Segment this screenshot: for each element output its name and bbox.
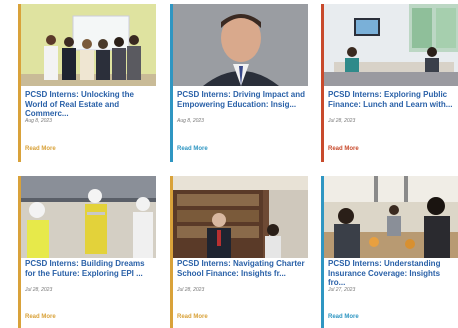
post-thumbnail[interactable] bbox=[173, 176, 308, 258]
portrait-photo-image bbox=[173, 4, 308, 86]
post-date: Aug 8, 2023 bbox=[25, 118, 52, 124]
read-more-link[interactable]: Read More bbox=[177, 314, 208, 320]
post-date: Jul 28, 2023 bbox=[25, 287, 53, 293]
post-title[interactable]: PCSD Interns: Understanding Insurance Co… bbox=[328, 259, 458, 288]
read-more-link[interactable]: Read More bbox=[177, 146, 208, 152]
post-date: Aug 8, 2023 bbox=[177, 118, 204, 124]
library-meeting-photo-image bbox=[173, 176, 308, 258]
post-title[interactable]: PCSD Interns: Building Dreams for the Fu… bbox=[25, 259, 156, 278]
office-lunch-photo-image bbox=[324, 4, 458, 86]
read-more-link[interactable]: Read More bbox=[328, 314, 359, 320]
post-title[interactable]: PCSD Interns: Exploring Public Finance: … bbox=[328, 90, 458, 109]
post-date: Jul 28, 2023 bbox=[328, 118, 356, 124]
post-card[interactable]: PCSD Interns: Building Dreams for the Fu… bbox=[18, 176, 156, 328]
post-thumbnail[interactable] bbox=[21, 176, 156, 258]
post-card[interactable]: PCSD Interns: Unlocking the World of Rea… bbox=[18, 4, 156, 162]
post-thumbnail[interactable] bbox=[173, 4, 308, 86]
read-more-link[interactable]: Read More bbox=[328, 146, 359, 152]
post-card[interactable]: PCSD Interns: Navigating Charter School … bbox=[170, 176, 308, 328]
post-title[interactable]: PCSD Interns: Unlocking the World of Rea… bbox=[25, 90, 156, 119]
post-grid: PCSD Interns: Unlocking the World of Rea… bbox=[0, 0, 458, 328]
read-more-link[interactable]: Read More bbox=[25, 314, 56, 320]
construction-site-photo-image bbox=[21, 176, 156, 258]
post-card[interactable]: PCSD Interns: Driving Impact and Empower… bbox=[170, 4, 308, 162]
post-thumbnail[interactable] bbox=[324, 176, 458, 258]
post-title[interactable]: PCSD Interns: Driving Impact and Empower… bbox=[177, 90, 308, 109]
post-date: Jul 27, 2023 bbox=[328, 287, 356, 293]
post-card[interactable]: PCSD Interns: Exploring Public Finance: … bbox=[321, 4, 458, 162]
restaurant-gathering-photo-image bbox=[324, 176, 458, 258]
post-thumbnail[interactable] bbox=[324, 4, 458, 86]
post-card[interactable]: PCSD Interns: Understanding Insurance Co… bbox=[321, 176, 458, 328]
post-title[interactable]: PCSD Interns: Navigating Charter School … bbox=[177, 259, 308, 278]
post-date: Jul 28, 2023 bbox=[177, 287, 205, 293]
read-more-link[interactable]: Read More bbox=[25, 146, 56, 152]
group-photo-image bbox=[21, 4, 156, 86]
post-thumbnail[interactable] bbox=[21, 4, 156, 86]
